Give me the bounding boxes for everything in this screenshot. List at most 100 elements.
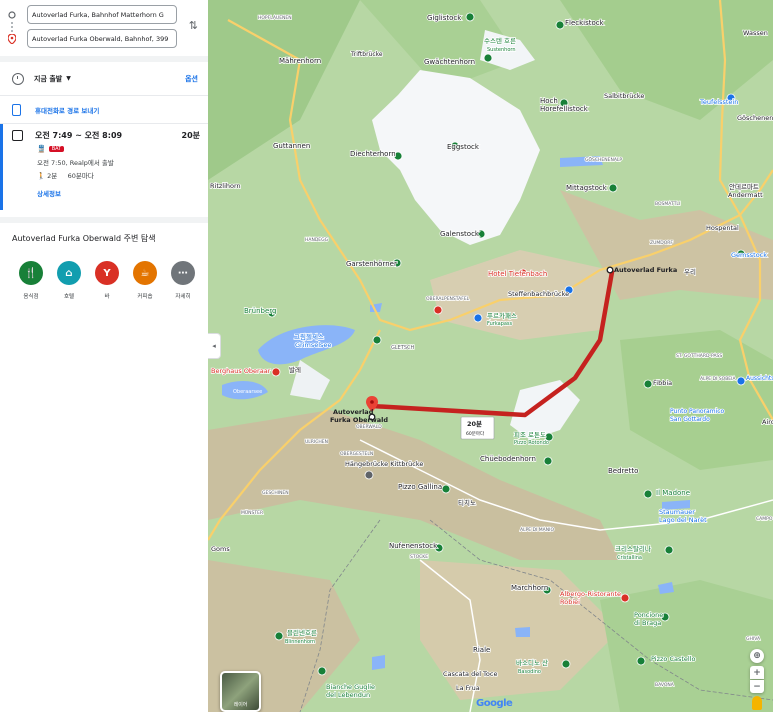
destination-map-label-2: Furka Oberwald <box>330 416 388 424</box>
poi-marker-icon[interactable] <box>636 656 646 666</box>
poi-marker-icon[interactable] <box>274 631 284 641</box>
map-label-furkapass_ko: 푸르카패스 <box>487 311 517 320</box>
poi-marker-icon[interactable] <box>317 666 327 676</box>
destination-input[interactable] <box>27 29 177 48</box>
poi-marker-icon[interactable] <box>608 183 618 193</box>
map-label-basodino: Basodino <box>518 669 541 675</box>
map-label-andermatt_ko: 안데르마트 <box>729 182 759 191</box>
depart-now-dropdown[interactable]: 지금 출발 <box>34 74 62 84</box>
map-label-steffenbachbrucke: Steffenbachbrücke <box>508 290 569 298</box>
map-label-basodino_ko: 바소디노 산 <box>516 658 548 667</box>
restaurant-icon: 🍴 <box>19 261 43 285</box>
map-label-zumdorf: ZUMDORF <box>650 240 673 246</box>
map-label-wassen: Wassen <box>743 29 768 37</box>
trip-duration: 20분 <box>181 131 201 140</box>
google-logo-text: Google <box>476 698 513 709</box>
origin-input[interactable] <box>27 5 177 24</box>
map-label-giglistock: Giglistock <box>427 14 462 22</box>
poi-marker-icon[interactable] <box>643 379 653 389</box>
poi-marker-icon[interactable] <box>736 376 746 386</box>
swap-icon[interactable]: ⇅ <box>189 19 198 32</box>
map-label-gemsstock: Gemsstock <box>731 251 767 259</box>
map-canvas[interactable]: 20분 60분마다 Autoverlad Furka Autoverlad Fu… <box>208 0 773 712</box>
map-label-albergo: Robiei <box>560 598 580 606</box>
details-link[interactable]: 상세정보 <box>37 188 200 198</box>
walk-frequency: 🚶 2분 60분마다 <box>37 170 200 180</box>
map-label-frua: La Frua <box>456 684 480 692</box>
category-label: 음식점 <box>23 294 39 300</box>
route-inputs: ⇅ <box>0 0 208 54</box>
collapse-panel-button[interactable]: ◂ <box>208 333 221 359</box>
map-label-punto_panoramico: Punto Panoramico <box>670 408 725 415</box>
map-label-nufenenstock: Nufenenstock <box>389 542 438 550</box>
depart-row: 지금 출발 ▼ 옵션 <box>0 62 208 96</box>
options-button[interactable]: 옵션 <box>185 74 198 84</box>
map-label-goms: Goms <box>211 545 230 553</box>
zoom-out-button[interactable]: − <box>750 680 764 693</box>
train-icon <box>12 130 23 141</box>
coffee-icon: ☕ <box>133 261 157 285</box>
map-label-hopflauenen: HOPFLAUENEN <box>258 15 292 21</box>
poi-marker-icon[interactable] <box>433 305 443 315</box>
map-label-geschinen: GESCHINEN <box>262 490 289 496</box>
route-frequency: 60분마다 <box>466 430 485 437</box>
map-label-gwachtenhorn: Gwächtenhorn <box>424 58 475 66</box>
poi-marker-icon[interactable] <box>271 367 281 377</box>
walk-icon: 🚶 <box>37 172 46 180</box>
google-logo: Google <box>476 698 513 709</box>
category-restaurant[interactable]: 🍴 음식점 <box>12 261 50 300</box>
destination-pin-icon <box>6 33 18 45</box>
poi-marker-icon[interactable] <box>643 489 653 499</box>
send-to-phone-label: 휴대전화로 경로 보내기 <box>35 106 100 115</box>
category-coffee[interactable]: ☕ 커피숍 <box>126 261 164 300</box>
poi-marker-icon[interactable] <box>561 659 571 669</box>
category-more[interactable]: ⋯ 자세히 <box>164 261 202 300</box>
map-label-riale: Riale <box>473 646 490 654</box>
map-label-pizzo_rotondo_ko: 피조 로톤도 <box>514 430 546 439</box>
explore-title: Autoverlad Furka Oberwald 주변 탐색 <box>12 234 156 243</box>
poi-marker-icon[interactable] <box>441 484 451 494</box>
layers-button[interactable]: 레이어 <box>220 671 261 712</box>
map-label-pizzo_rotondo: Pizzo Rotondo <box>514 440 549 446</box>
frequency: 60분마다 <box>67 172 94 180</box>
map-label-ulrichen: ULRICHEN <box>305 439 328 445</box>
destination-row <box>6 29 177 48</box>
poi-marker-icon[interactable] <box>543 456 553 466</box>
route-duration-tooltip[interactable]: 20분 60분마다 <box>460 416 495 440</box>
map-label-diechterhorn: Diechterhorn <box>350 150 396 158</box>
poi-marker-icon[interactable] <box>465 12 475 22</box>
map-label-airolo: Airo <box>762 418 773 426</box>
map-label-alpe_di_manio: ALPE DI MANIO <box>520 527 554 533</box>
zoom-in-button[interactable]: + <box>750 666 764 679</box>
street-view-pegman-icon[interactable] <box>752 696 762 710</box>
directions-panel: ⇅ 지금 출발 ▼ 옵션 휴대전화로 경로 보내기 오전 7:49 ~ 오전 8… <box>0 0 209 712</box>
chevron-down-icon[interactable]: ▼ <box>66 75 71 82</box>
category-hotel[interactable]: ⌂ 호텔 <box>50 261 88 300</box>
map-label-bianche: Bianche Guglie <box>326 683 375 691</box>
trip-option[interactable]: 오전 7:49 ~ 오전 8:09 20분 🚆 BAT 오전 7:50, Rea… <box>0 124 208 210</box>
poi-marker-icon[interactable] <box>473 313 483 323</box>
map-label-oberaarsee: Oberaarsee <box>233 389 262 395</box>
map-label-sustenhorn_ko: 수스텐 호른 <box>484 36 516 45</box>
map-label-bosmattli: BOSMATTLI <box>655 201 680 207</box>
origin-marker[interactable] <box>606 266 614 274</box>
category-bar[interactable]: Y바 <box>88 261 126 300</box>
map-label-munster: MÜNSTER <box>241 509 263 516</box>
map-label-bedretto: Bedretto <box>608 467 638 475</box>
departure-info: 오전 7:50, Realp에서 출발 <box>37 159 114 167</box>
map-label-handegg: HANDEGG <box>305 237 329 243</box>
poi-marker-icon[interactable] <box>364 470 374 480</box>
map-label-staumauer: Lago del Narèt <box>659 516 707 524</box>
poi-marker-icon[interactable] <box>555 20 565 30</box>
poi-marker-icon[interactable] <box>620 593 630 603</box>
phone-icon <box>12 103 21 116</box>
map-label-albergo: Albergo-Ristorante <box>560 590 621 598</box>
poi-marker-icon[interactable] <box>664 545 674 555</box>
map-label-oberwald: OBERWALD <box>356 424 382 430</box>
poi-marker-icon[interactable] <box>483 53 493 63</box>
map-label-baviona: BAVONA <box>655 682 675 688</box>
map-label-ritzlihorn: Ritzlihorn <box>210 182 241 190</box>
poi-marker-icon[interactable] <box>372 335 382 345</box>
my-location-button[interactable]: ⊕ <box>750 649 764 663</box>
send-to-phone-button[interactable]: 휴대전화로 경로 보내기 <box>0 96 208 124</box>
